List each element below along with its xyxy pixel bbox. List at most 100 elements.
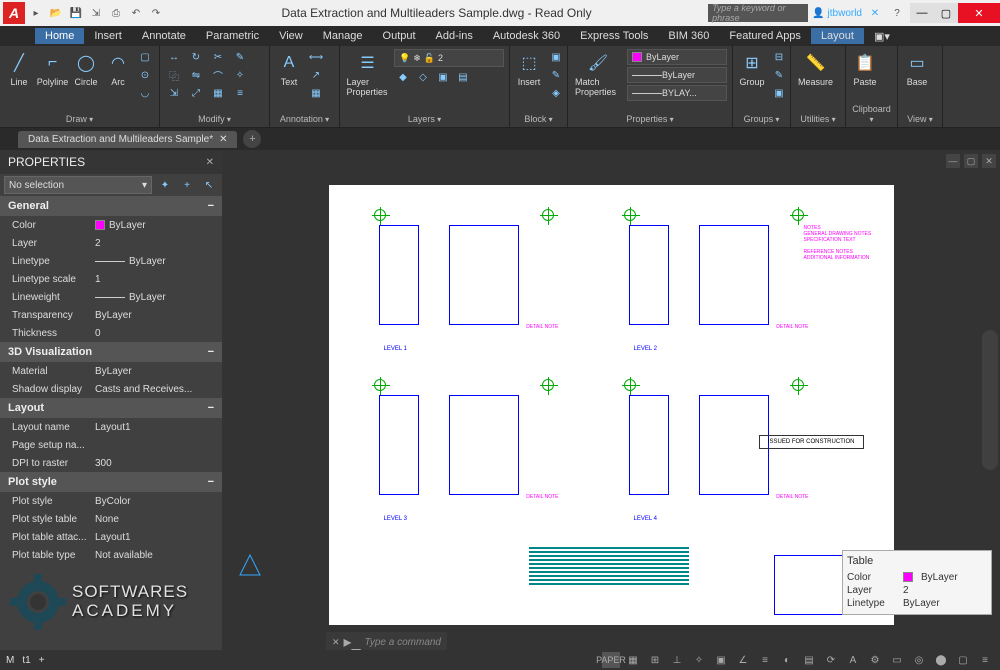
minimize-button[interactable]: — — [910, 3, 934, 23]
lineweight-icon[interactable]: ≡ — [756, 652, 774, 668]
groupbox-icon[interactable]: ▣ — [770, 85, 788, 101]
paper-space[interactable]: DETAIL NOTELEVEL 1 DETAIL NOTELEVEL 2 DE… — [329, 185, 894, 625]
panel-close-icon[interactable]: ✕ — [206, 157, 214, 168]
model-tab[interactable]: M — [6, 655, 14, 666]
maximize-button[interactable]: ▢ — [934, 3, 958, 23]
property-group-header[interactable]: Layout− — [0, 398, 222, 418]
block-panel-label[interactable]: Block — [515, 112, 562, 126]
document-tab[interactable]: Data Extraction and Multileaders Sample*… — [18, 131, 237, 148]
property-row[interactable]: Shadow displayCasts and Receives... — [0, 380, 222, 398]
property-group-header[interactable]: General− — [0, 196, 222, 216]
property-row[interactable]: Plot table attac...Layout1 — [0, 528, 222, 546]
property-row[interactable]: Linetype scale1 — [0, 270, 222, 288]
fillet-icon[interactable]: ⌒ — [209, 67, 227, 83]
polyline-button[interactable]: ⌐Polyline — [37, 49, 68, 89]
qp-icon[interactable]: ▤ — [800, 652, 818, 668]
menu-layout[interactable]: Layout — [811, 28, 864, 44]
property-row[interactable]: Thickness0 — [0, 324, 222, 342]
qat-save-icon[interactable]: 💾 — [67, 4, 85, 22]
leader-icon[interactable]: ↗ — [307, 67, 325, 83]
move-icon[interactable]: ↔ — [165, 49, 183, 65]
close-button[interactable]: ✕ — [958, 3, 1000, 23]
snap-icon[interactable]: ⊞ — [646, 652, 664, 668]
drawing-table[interactable] — [529, 545, 689, 585]
polar-icon[interactable]: ✧ — [690, 652, 708, 668]
qat-saveas-icon[interactable]: ⇲ — [87, 4, 105, 22]
hardware-icon[interactable]: ⬤ — [932, 652, 950, 668]
qat-undo-icon[interactable]: ↶ — [127, 4, 145, 22]
arc-button[interactable]: ◠Arc — [104, 49, 132, 89]
property-row[interactable]: DPI to raster300 — [0, 454, 222, 472]
circle-button[interactable]: ◯Circle — [72, 49, 100, 89]
mirror-icon[interactable]: ⇋ — [187, 67, 205, 83]
line-button[interactable]: ╱Line — [5, 49, 33, 89]
search-input[interactable]: Type a keyword or phrase — [708, 4, 808, 22]
base-button[interactable]: ▭Base — [903, 49, 931, 89]
create-icon[interactable]: ▣ — [547, 49, 565, 65]
menu-addins[interactable]: Add-ins — [426, 28, 483, 44]
layer-state-dropdown[interactable]: 💡❄🔓2 — [394, 49, 504, 67]
property-row[interactable]: Layout nameLayout1 — [0, 418, 222, 436]
layerprops-button[interactable]: ☰Layer Properties — [345, 49, 390, 99]
stretch-icon[interactable]: ⇲ — [165, 85, 183, 101]
command-line[interactable]: ✕ ▸_ Type a command — [326, 632, 447, 652]
drawing-canvas[interactable]: — ▢ ✕ DETAIL NOTELEVEL 1 DETAIL NOTELEVE… — [222, 150, 1000, 650]
isolate-icon[interactable]: ◎ — [910, 652, 928, 668]
table-icon[interactable]: ▦ — [307, 85, 325, 101]
property-group-header[interactable]: Plot style− — [0, 472, 222, 492]
draw-tool-icon[interactable]: ◡ — [136, 85, 154, 101]
viewport-restore-icon[interactable]: ▢ — [964, 154, 978, 168]
cleanscreen-icon[interactable]: ▢ — [954, 652, 972, 668]
menu-express[interactable]: Express Tools — [570, 28, 658, 44]
property-row[interactable]: LinetypeByLayer — [0, 252, 222, 270]
explode-icon[interactable]: ✧ — [231, 67, 249, 83]
paper-button[interactable]: PAPER — [602, 652, 620, 668]
group-button[interactable]: ⊞Group — [738, 49, 766, 89]
grid-icon[interactable]: ▦ — [624, 652, 642, 668]
property-row[interactable]: Plot style tableNone — [0, 510, 222, 528]
insert-button[interactable]: ⬚Insert — [515, 49, 543, 89]
monitor-icon[interactable]: ▭ — [888, 652, 906, 668]
navigation-bar[interactable] — [982, 330, 998, 470]
exchange-icon[interactable]: ✕ — [866, 4, 884, 22]
ungroup-icon[interactable]: ⊟ — [770, 49, 788, 65]
modify-panel-label[interactable]: Modify — [165, 112, 264, 126]
erase-icon[interactable]: ✎ — [231, 49, 249, 65]
property-row[interactable]: Page setup na... — [0, 436, 222, 454]
tab-close-icon[interactable]: ✕ — [219, 134, 227, 145]
array-icon[interactable]: ▦ — [209, 85, 227, 101]
annoscale-icon[interactable]: A — [844, 652, 862, 668]
attr-icon[interactable]: ◈ — [547, 85, 565, 101]
viewport-close-icon[interactable]: ✕ — [982, 154, 996, 168]
property-group-header[interactable]: 3D Visualization− — [0, 342, 222, 362]
lineweight-dropdown[interactable]: ByLayer — [627, 67, 727, 83]
layer-tool-icon[interactable]: ▣ — [434, 69, 452, 85]
property-row[interactable]: TransparencyByLayer — [0, 306, 222, 324]
app-logo[interactable]: A — [3, 2, 25, 24]
menu-a360[interactable]: Autodesk 360 — [483, 28, 570, 44]
qat-plot-icon[interactable]: ⎙ — [107, 4, 125, 22]
new-tab-button[interactable]: + — [243, 130, 261, 148]
copy-icon[interactable]: ⿻ — [165, 67, 183, 83]
match-button[interactable]: 🖌Match Properties — [573, 49, 623, 99]
rotate-icon[interactable]: ↻ — [187, 49, 205, 65]
osnap-icon[interactable]: ▣ — [712, 652, 730, 668]
qat-new-icon[interactable]: ▸ — [27, 4, 45, 22]
menu-insert[interactable]: Insert — [84, 28, 132, 44]
otrack-icon[interactable]: ∠ — [734, 652, 752, 668]
qat-redo-icon[interactable]: ↷ — [147, 4, 165, 22]
edit-icon[interactable]: ✎ — [547, 67, 565, 83]
ortho-icon[interactable]: ⊥ — [668, 652, 686, 668]
transparency-icon[interactable]: ◐ — [778, 652, 796, 668]
menu-view[interactable]: View — [269, 28, 313, 44]
property-row[interactable]: LineweightByLayer — [0, 288, 222, 306]
clipboard-panel-label[interactable]: Clipboard — [851, 102, 892, 126]
selectobj-icon[interactable]: ↖ — [200, 177, 218, 193]
quickselect-icon[interactable]: ✦ — [156, 177, 174, 193]
help-icon[interactable]: ? — [888, 4, 906, 22]
draw-tool-icon[interactable]: ▢ — [136, 49, 154, 65]
viewport-minimize-icon[interactable]: — — [946, 154, 960, 168]
annotation-panel-label[interactable]: Annotation — [275, 112, 334, 126]
menu-expand-icon[interactable]: ▣▾ — [864, 28, 900, 45]
linetype-dropdown[interactable]: BYLAY... — [627, 85, 727, 101]
